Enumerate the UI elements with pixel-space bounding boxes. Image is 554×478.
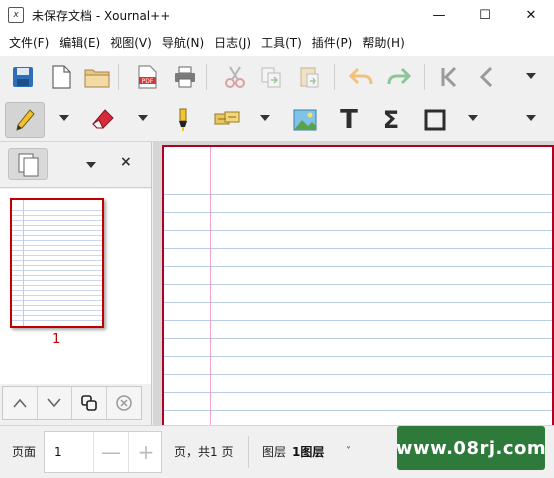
menu-journal[interactable]: 日志(J) xyxy=(209,30,256,56)
margin-line xyxy=(210,147,211,428)
page-preview-tab[interactable] xyxy=(8,148,48,180)
copy-icon[interactable] xyxy=(256,62,286,92)
eraser-options-dropdown-icon[interactable] xyxy=(138,115,148,121)
text-stamp-icon[interactable] xyxy=(212,105,242,135)
layer-dropdown-icon[interactable]: ˅ xyxy=(346,446,351,457)
page-increment-button[interactable]: + xyxy=(128,432,163,472)
page-label: 页面 xyxy=(12,445,37,459)
toolbar-separator xyxy=(424,64,425,90)
layer-label: 图层 xyxy=(262,445,287,459)
page-decrement-button[interactable]: — xyxy=(93,432,128,472)
pen-options-dropdown-icon[interactable] xyxy=(59,115,69,121)
toolbar-separator xyxy=(118,64,119,90)
menu-bar: 文件(F) 编辑(E) 视图(V) 导航(N) 日志(J) 工具(T) 插件(P… xyxy=(0,30,554,56)
window-title: 未保存文档 - Xournal++ xyxy=(32,8,171,23)
layer-select[interactable]: 1图层 xyxy=(292,443,324,460)
title-bar: x 未保存文档 - Xournal++ — ☐ ✕ xyxy=(0,0,554,30)
new-document-icon[interactable] xyxy=(46,62,76,92)
maximize-button[interactable]: ☐ xyxy=(462,0,508,30)
delete-page-icon[interactable] xyxy=(107,387,141,419)
pen-icon[interactable] xyxy=(5,102,45,138)
page-total-label: 页，共1 页 xyxy=(174,445,234,459)
export-pdf-icon[interactable]: PDF xyxy=(132,62,162,92)
redo-icon[interactable] xyxy=(384,62,414,92)
more-dropdown-icon[interactable] xyxy=(526,73,536,79)
image-icon[interactable] xyxy=(290,105,320,135)
print-icon[interactable] xyxy=(170,62,200,92)
page-thumbnail-list: 1 xyxy=(0,189,151,384)
open-folder-icon[interactable] xyxy=(82,62,112,92)
more-dropdown-icon[interactable] xyxy=(526,115,536,121)
move-page-down-icon[interactable] xyxy=(38,387,72,419)
undo-icon[interactable] xyxy=(346,62,376,92)
text-icon[interactable]: T xyxy=(334,105,364,135)
page-actions-bar xyxy=(2,386,142,420)
highlighter-icon[interactable] xyxy=(168,105,198,135)
menu-navigate[interactable]: 导航(N) xyxy=(157,30,209,56)
toolbar-separator xyxy=(206,64,207,90)
document-canvas[interactable] xyxy=(153,142,554,430)
menu-help[interactable]: 帮助(H) xyxy=(357,30,409,56)
thumbnail-ruled-lines xyxy=(12,206,102,324)
sidebar-view-dropdown-icon[interactable] xyxy=(86,162,96,168)
menu-tools[interactable]: 工具(T) xyxy=(256,30,307,56)
copy-page-icon[interactable] xyxy=(72,387,107,419)
save-icon[interactable] xyxy=(8,62,38,92)
status-bar: 页面 — + 页，共1 页 图层 1图层 ˅ www.08rj.com xyxy=(0,425,554,478)
shape-options-dropdown-icon[interactable] xyxy=(468,115,478,121)
thumbnail-margin-line xyxy=(23,200,24,326)
move-page-up-icon[interactable] xyxy=(3,387,38,419)
xournal-app-icon: x xyxy=(8,7,24,23)
page-thumbnail[interactable] xyxy=(10,198,104,328)
menu-view[interactable]: 视图(V) xyxy=(105,30,157,56)
ruled-lines xyxy=(164,177,552,428)
close-button[interactable]: ✕ xyxy=(508,0,554,30)
minimize-button[interactable]: — xyxy=(416,0,462,30)
previous-page-icon[interactable] xyxy=(472,62,502,92)
page-number-input[interactable] xyxy=(45,432,93,472)
toolbar-separator xyxy=(334,64,335,90)
status-separator xyxy=(248,436,249,468)
pdf-label: PDF xyxy=(142,78,154,85)
page-spinner: — + xyxy=(44,431,162,473)
page-thumbnail-number: 1 xyxy=(52,332,61,347)
pages-icon xyxy=(18,153,39,177)
stamp-options-dropdown-icon[interactable] xyxy=(260,115,270,121)
first-page-icon[interactable] xyxy=(434,62,464,92)
menu-edit[interactable]: 编辑(E) xyxy=(54,30,105,56)
tools-toolbar: T Σ xyxy=(0,98,554,142)
window-controls: — ☐ ✕ xyxy=(416,0,554,30)
sidebar-header: × xyxy=(0,142,151,188)
paste-icon[interactable] xyxy=(294,62,324,92)
watermark-logo: www.08rj.com xyxy=(396,426,546,470)
sidebar: × 1 xyxy=(0,142,152,425)
math-tex-icon[interactable]: Σ xyxy=(376,105,406,135)
menu-file[interactable]: 文件(F) xyxy=(4,30,54,56)
rectangle-icon[interactable] xyxy=(420,105,450,135)
sidebar-close-icon[interactable]: × xyxy=(120,154,132,170)
cut-icon[interactable] xyxy=(220,62,250,92)
eraser-icon[interactable] xyxy=(88,105,118,135)
menu-plugins[interactable]: 插件(P) xyxy=(307,30,358,56)
main-toolbar: PDF xyxy=(0,56,554,98)
document-page[interactable] xyxy=(162,145,554,430)
